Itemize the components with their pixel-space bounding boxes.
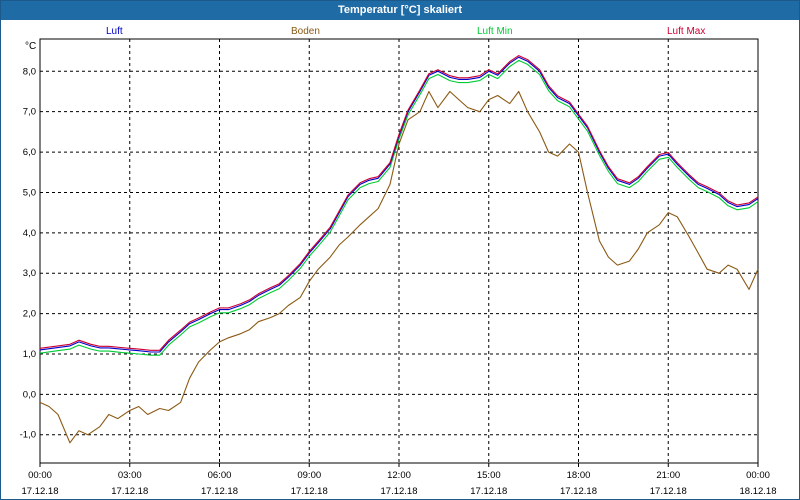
x-tick-time: 00:00 [746, 470, 770, 481]
x-tick-time: 18:00 [567, 470, 591, 481]
y-tick-label: 5,0 [23, 187, 36, 198]
x-tick-date: 17.12.18 [291, 486, 328, 497]
y-tick-label: 6,0 [23, 147, 36, 158]
x-tick-date: 17.12.18 [560, 486, 597, 497]
chart-plot: -1,0 0,0 1,0 2,0 3,0 4,0 5,0 6,0 7,0 8,0 00:00 17.1… [20, 38, 777, 497]
x-tick-time: 12:00 [387, 470, 411, 481]
y-tick-label: 1,0 [23, 349, 36, 360]
x-tick-date: 18.12.18 [740, 486, 777, 497]
x-tick-time: 15:00 [477, 470, 501, 481]
y-tick-label: 7,0 [23, 107, 36, 118]
x-tick-date: 17.12.18 [381, 486, 418, 497]
x-tick-date: 17.12.18 [201, 486, 238, 497]
y-tick-label: 2,0 [23, 309, 36, 320]
x-tick-time: 09:00 [297, 470, 321, 481]
x-tick-time: 00:00 [28, 470, 52, 481]
x-tick-time: 03:00 [118, 470, 142, 481]
y-tick-label: 8,0 [23, 66, 36, 77]
x-tick-time: 21:00 [656, 470, 680, 481]
y-tick-label: -1,0 [20, 430, 36, 441]
chart-window: Temperatur [°C] skaliert Luft Boden Luft… [0, 0, 800, 500]
y-tick-label: 3,0 [23, 268, 36, 279]
y-tick-label: 4,0 [23, 228, 36, 239]
x-tick-date: 17.12.18 [22, 486, 59, 497]
x-tick-time: 06:00 [208, 470, 232, 481]
x-tick-date: 17.12.18 [470, 486, 507, 497]
x-tick-date: 17.12.18 [111, 486, 148, 497]
y-tick-label: 0,0 [23, 389, 36, 400]
x-tick-date: 17.12.18 [650, 486, 687, 497]
